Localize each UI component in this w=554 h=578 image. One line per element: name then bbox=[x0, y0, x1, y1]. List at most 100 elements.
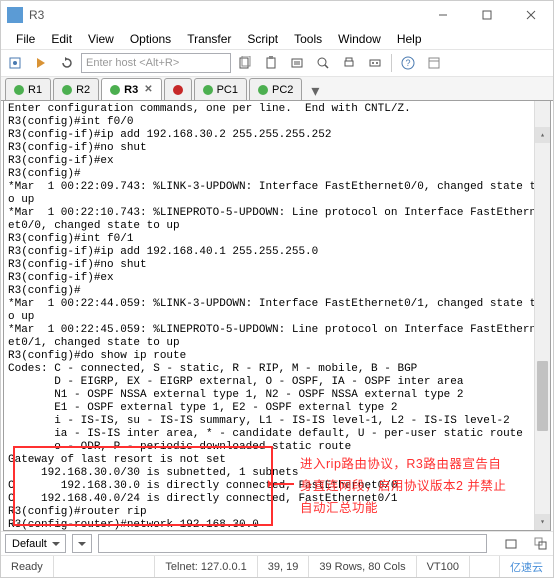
status-emulation: VT100 bbox=[417, 556, 470, 577]
terminal-line: *Mar 1 00:22:10.743: %LINEPROTO-5-UPDOWN… bbox=[8, 207, 546, 220]
terminal[interactable]: Enter configuration commands, one per li… bbox=[3, 101, 551, 531]
tab-label: R1 bbox=[28, 84, 42, 96]
status-dimensions: 39 Rows, 80 Cols bbox=[309, 556, 416, 577]
terminal-line: et0/1, changed state to up bbox=[8, 337, 546, 350]
tab-r1[interactable]: R1 bbox=[5, 78, 51, 100]
terminal-line: R3(config-if)#ex bbox=[8, 272, 546, 285]
statusbar: Ready Telnet: 127.0.0.1 39, 19 39 Rows, … bbox=[1, 555, 553, 577]
terminal-line: R3(config-if)#no shut bbox=[8, 259, 546, 272]
terminal-line: R3(config-if)#ip add 192.168.30.2 255.25… bbox=[8, 129, 546, 142]
terminal-line: et0/0, changed state to up bbox=[8, 220, 546, 233]
menu-help[interactable]: Help bbox=[390, 30, 429, 48]
svg-text:?: ? bbox=[405, 58, 410, 68]
menu-edit[interactable]: Edit bbox=[44, 30, 79, 48]
session-icon[interactable] bbox=[499, 532, 523, 556]
terminal-line: R3(config)#int f0/0 bbox=[8, 116, 546, 129]
properties-icon[interactable] bbox=[285, 51, 309, 75]
terminal-line: R3(config-if)#ip add 192.168.40.1 255.25… bbox=[8, 246, 546, 259]
status-cursor-pos: 39, 19 bbox=[258, 556, 310, 577]
settings-icon[interactable] bbox=[422, 51, 446, 75]
terminal-line: *Mar 1 00:22:44.059: %LINK-3-UPDOWN: Int… bbox=[8, 298, 546, 311]
status-dot-icon bbox=[62, 85, 72, 95]
menu-transfer[interactable]: Transfer bbox=[180, 30, 238, 48]
send-select[interactable] bbox=[72, 534, 92, 553]
close-button[interactable] bbox=[509, 1, 553, 29]
tab-label: R3 bbox=[124, 84, 138, 96]
terminal-line: R3(config-if)#no shut bbox=[8, 142, 546, 155]
status-ready: Ready bbox=[1, 556, 54, 577]
menu-view[interactable]: View bbox=[81, 30, 121, 48]
menu-script[interactable]: Script bbox=[240, 30, 285, 48]
connect-icon[interactable] bbox=[3, 51, 27, 75]
options-icon[interactable] bbox=[363, 51, 387, 75]
terminal-line: R3(config)# bbox=[8, 285, 546, 298]
keymap-select[interactable]: Default bbox=[5, 534, 66, 553]
copy-icon[interactable] bbox=[233, 51, 257, 75]
tab-label: PC2 bbox=[272, 84, 293, 96]
cascade-icon[interactable] bbox=[529, 532, 553, 556]
window-buttons bbox=[421, 1, 553, 29]
terminal-line: N1 - OSPF NSSA external type 1, N2 - OSP… bbox=[8, 389, 546, 402]
status-dot-icon bbox=[173, 85, 183, 95]
terminal-line: R3(config-if)#ex bbox=[8, 155, 546, 168]
tab-label: PC1 bbox=[217, 84, 238, 96]
status-spacer bbox=[54, 556, 156, 577]
scroll-up-icon[interactable]: ▴ bbox=[535, 127, 550, 143]
terminal-line: R3(config)# bbox=[8, 168, 546, 181]
close-tab-icon[interactable]: ✕ bbox=[144, 84, 152, 95]
toolbar: Enter host <Alt+R> ? bbox=[1, 49, 553, 77]
status-dot-icon bbox=[203, 85, 213, 95]
tab-disconnected[interactable] bbox=[164, 78, 192, 100]
scroll-down-icon[interactable]: ▾ bbox=[535, 514, 550, 530]
terminal-line: i - IS-IS, su - IS-IS summary, L1 - IS-I… bbox=[8, 415, 546, 428]
host-placeholder: Enter host <Alt+R> bbox=[86, 57, 179, 69]
tab-label: R2 bbox=[76, 84, 90, 96]
terminal-line: *Mar 1 00:22:45.059: %LINEPROTO-5-UPDOWN… bbox=[8, 324, 546, 337]
find-icon[interactable] bbox=[311, 51, 335, 75]
send-input[interactable] bbox=[98, 534, 487, 553]
status-telnet: Telnet: 127.0.0.1 bbox=[155, 556, 257, 577]
tab-dropdown-icon[interactable]: ▾ bbox=[306, 82, 324, 100]
menu-window[interactable]: Window bbox=[331, 30, 388, 48]
scrollbar[interactable]: ▴ ▾ bbox=[534, 101, 550, 530]
terminal-line: o up bbox=[8, 311, 546, 324]
app-icon bbox=[7, 7, 23, 23]
terminal-line: E1 - OSPF external type 1, E2 - OSPF ext… bbox=[8, 402, 546, 415]
terminal-line: Codes: C - connected, S - static, R - RI… bbox=[8, 363, 546, 376]
terminal-line: Enter configuration commands, one per li… bbox=[8, 103, 546, 116]
titlebar: R3 bbox=[1, 1, 553, 29]
tab-pc2[interactable]: PC2 bbox=[249, 78, 302, 100]
tabbar: R1 R2 R3 ✕ PC1 PC2 ▾ bbox=[1, 77, 553, 101]
menu-tools[interactable]: Tools bbox=[287, 30, 329, 48]
status-flag bbox=[470, 556, 500, 577]
terminal-line: ia - IS-IS inter area, * - candidate def… bbox=[8, 428, 546, 441]
terminal-line: R3(config)#int f0/1 bbox=[8, 233, 546, 246]
terminal-line: R3(config-router)#network 192.168.30.0 bbox=[8, 519, 546, 531]
maximize-button[interactable] bbox=[465, 1, 509, 29]
status-dot-icon bbox=[258, 85, 268, 95]
scroll-thumb[interactable] bbox=[537, 361, 548, 431]
minimize-button[interactable] bbox=[421, 1, 465, 29]
terminal-line: o up bbox=[8, 194, 546, 207]
print-icon[interactable] bbox=[337, 51, 361, 75]
quick-connect-icon[interactable] bbox=[29, 51, 53, 75]
status-dot-icon bbox=[14, 85, 24, 95]
help-icon[interactable]: ? bbox=[396, 51, 420, 75]
paste-icon[interactable] bbox=[259, 51, 283, 75]
bottom-toolbar: Default bbox=[1, 531, 553, 555]
reconnect-icon[interactable] bbox=[55, 51, 79, 75]
tab-r2[interactable]: R2 bbox=[53, 78, 99, 100]
menu-file[interactable]: File bbox=[9, 30, 42, 48]
status-dot-icon bbox=[110, 85, 120, 95]
app-window: R3 File Edit View Options Transfer Scrip… bbox=[0, 0, 554, 578]
tab-pc1[interactable]: PC1 bbox=[194, 78, 247, 100]
tab-r3[interactable]: R3 ✕ bbox=[101, 78, 161, 100]
annotation-text: 进入rip路由协议，R3路由器宣告自 身直连网段，启用协议版本2 并禁止 自动汇… bbox=[300, 453, 510, 519]
brand-logo: 亿速云 bbox=[500, 556, 553, 577]
host-input[interactable]: Enter host <Alt+R> bbox=[81, 53, 231, 73]
window-title: R3 bbox=[29, 8, 44, 22]
terminal-line: R3(config)#do show ip route bbox=[8, 350, 546, 363]
terminal-line: D - EIGRP, EX - EIGRP external, O - OSPF… bbox=[8, 376, 546, 389]
annotation-arrow-icon bbox=[274, 483, 294, 485]
menu-options[interactable]: Options bbox=[123, 30, 178, 48]
